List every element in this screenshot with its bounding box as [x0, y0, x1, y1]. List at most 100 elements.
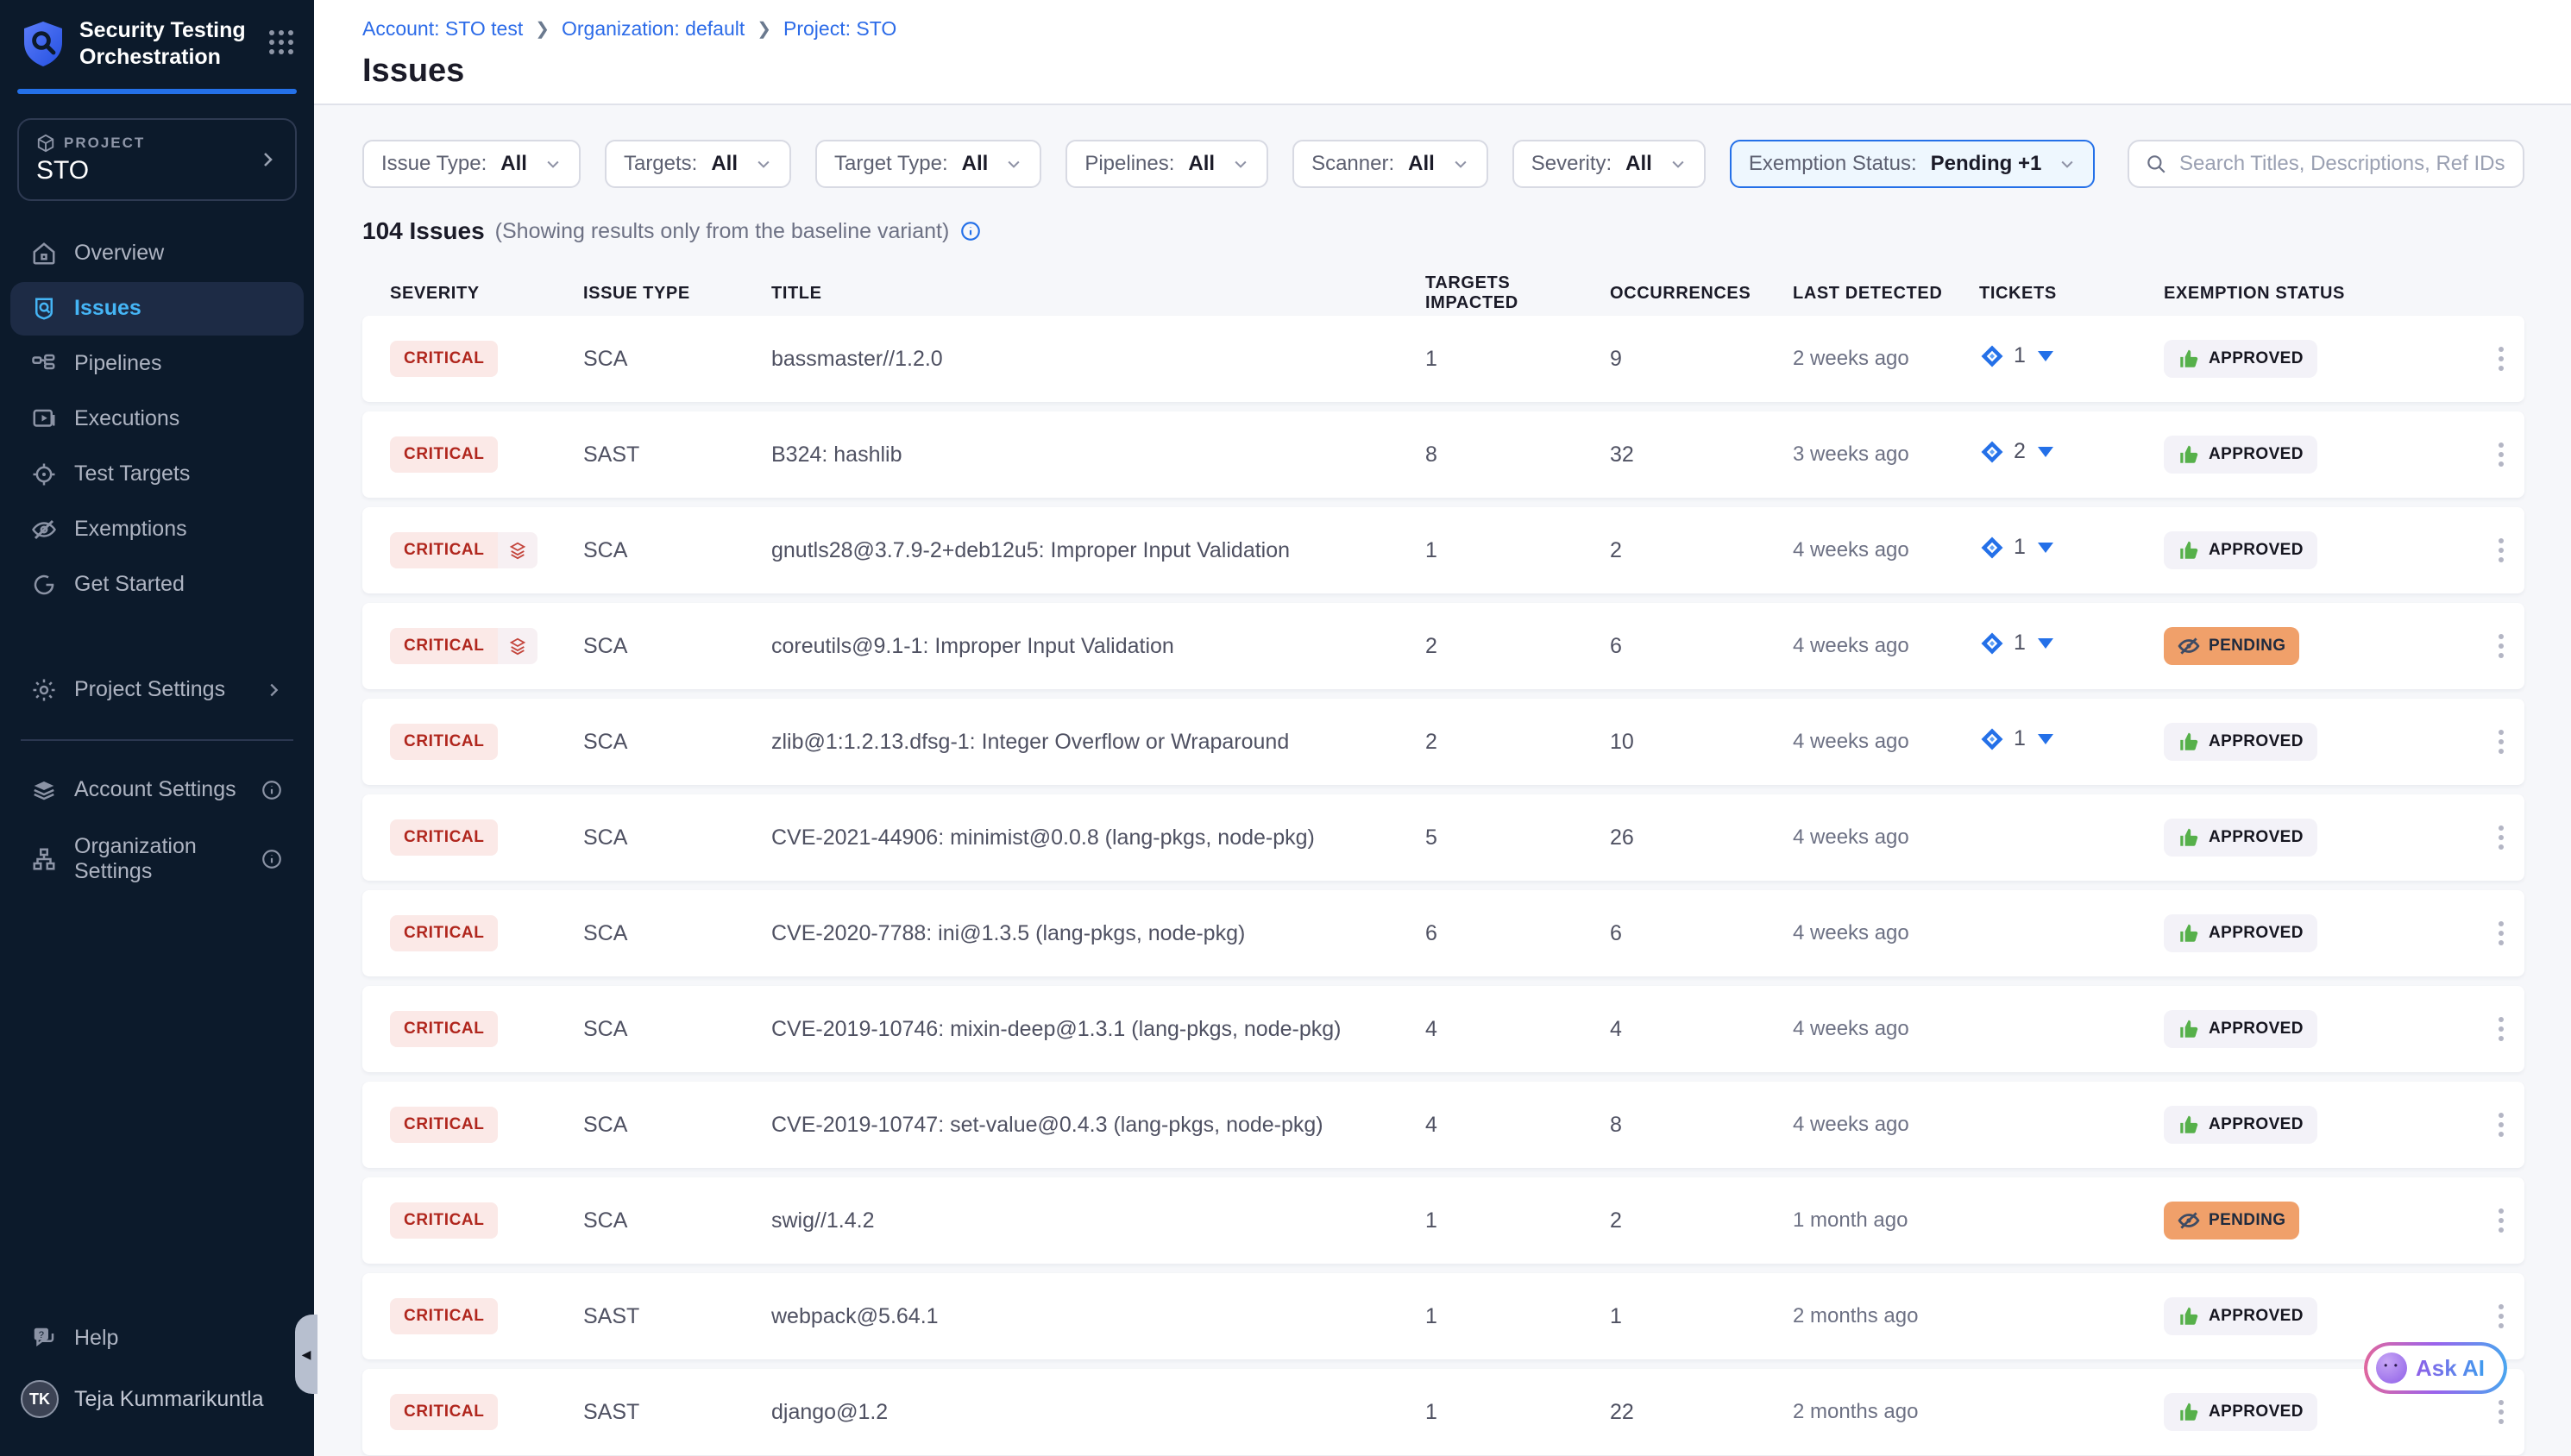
- sidebar-item-pipelines[interactable]: Pipelines: [10, 337, 304, 391]
- ticket-dropdown[interactable]: 1: [1979, 631, 2053, 656]
- filter-dropdown-pipelines[interactable]: Pipelines: All: [1065, 140, 1268, 188]
- jira-ticket-icon: [1979, 343, 2005, 369]
- ticket-count: 1: [2014, 535, 2026, 560]
- table-row[interactable]: CRITICALSCAbassmaster//1.2.0192 weeks ag…: [362, 316, 2524, 402]
- table-row[interactable]: CRITICALSCACVE-2019-10747: set-value@0.4…: [362, 1082, 2524, 1168]
- exemption-status-badge: APPROVED: [2164, 340, 2317, 378]
- ticket-dropdown[interactable]: 1: [1979, 535, 2053, 561]
- filter-dropdown-issue-type[interactable]: Issue Type: All: [362, 140, 581, 188]
- search-input[interactable]: [2179, 152, 2507, 176]
- severity-badge: CRITICAL: [390, 532, 537, 568]
- table-row[interactable]: CRITICALSCAswig//1.4.2121 month agoPENDI…: [362, 1177, 2524, 1264]
- table-row[interactable]: CRITICALSCAzlib@1:1.2.13.dfsg-1: Integer…: [362, 699, 2524, 785]
- ticket-chevron-down-icon: [2038, 638, 2053, 649]
- sidebar-item-label: Account Settings: [74, 777, 236, 802]
- module-grid-icon[interactable]: [269, 30, 297, 58]
- filter-dropdown-exemption-status[interactable]: Exemption Status: Pending +1: [1730, 140, 2095, 188]
- filter-dropdown-severity[interactable]: Severity: All: [1512, 140, 1706, 188]
- table-row[interactable]: CRITICALSCAgnutls28@3.7.9-2+deb12u5: Imp…: [362, 507, 2524, 593]
- issue-title-cell: CVE-2021-44906: minimist@0.0.8 (lang-pkg…: [771, 825, 1411, 850]
- exemption-status-label: APPROVED: [2209, 1020, 2304, 1039]
- info-icon[interactable]: [959, 220, 982, 242]
- row-menu-button[interactable]: [2492, 819, 2511, 857]
- row-menu-button[interactable]: [2492, 340, 2511, 378]
- breadcrumb-organization-link[interactable]: Organization: default: [562, 17, 745, 41]
- occurrences-cell: 32: [1596, 442, 1779, 468]
- sidebar-item-help[interactable]: ? Help: [10, 1311, 304, 1365]
- sidebar-item-exemptions[interactable]: Exemptions: [10, 503, 304, 556]
- table-row[interactable]: CRITICALSASTB324: hashlib8323 weeks ago2…: [362, 411, 2524, 498]
- issue-type-cell: SAST: [583, 442, 771, 468]
- row-menu-button[interactable]: [2492, 531, 2511, 569]
- app-window: Security Testing Orchestration PROJECT S…: [0, 0, 2571, 1456]
- breadcrumb-account-link[interactable]: Account: STO test: [362, 17, 523, 41]
- targets-impacted-cell: 6: [1411, 921, 1596, 946]
- row-menu-button[interactable]: [2492, 1393, 2511, 1431]
- occurrences-cell: 9: [1596, 347, 1779, 372]
- thumbs-up-icon: [2178, 443, 2200, 466]
- sidebar-item-organization-settings[interactable]: Organization Settings: [10, 820, 304, 898]
- ticket-dropdown[interactable]: 2: [1979, 439, 2053, 465]
- filter-dropdown-target-type[interactable]: Target Type: All: [815, 140, 1041, 188]
- ticket-dropdown[interactable]: 1: [1979, 726, 2053, 752]
- sidebar-item-test-targets[interactable]: Test Targets: [10, 448, 304, 501]
- sidebar-item-overview[interactable]: Overview: [10, 227, 304, 280]
- breadcrumb-project-link[interactable]: Project: STO: [783, 17, 896, 41]
- search-box: [2128, 140, 2524, 188]
- severity-badge: CRITICAL: [390, 436, 498, 473]
- sidebar-item-get-started[interactable]: Get Started: [10, 558, 304, 612]
- ask-ai-button[interactable]: Ask AI: [2367, 1346, 2504, 1390]
- row-menu-button[interactable]: [2492, 436, 2511, 474]
- row-menu-button[interactable]: [2492, 1297, 2511, 1335]
- sidebar-item-account-settings[interactable]: Account Settings: [10, 763, 304, 817]
- last-detected-cell: 2 months ago: [1779, 1400, 1965, 1424]
- targets-impacted-cell: 2: [1411, 730, 1596, 755]
- filter-dropdown-targets[interactable]: Targets: All: [605, 140, 791, 188]
- sidebar-item-project-settings[interactable]: Project Settings: [10, 663, 304, 717]
- issue-type-cell: SCA: [583, 730, 771, 755]
- svg-text:?: ?: [39, 1330, 44, 1340]
- table-row[interactable]: CRITICALSASTwebpack@5.64.1112 months ago…: [362, 1273, 2524, 1359]
- row-menu-button[interactable]: [2492, 914, 2511, 952]
- ticket-chevron-down-icon: [2038, 734, 2053, 744]
- sidebar-item-executions[interactable]: Executions: [10, 392, 304, 446]
- sidebar-item-label: Project Settings: [74, 677, 225, 702]
- filter-value: All: [1188, 152, 1215, 176]
- issue-title-cell: zlib@1:1.2.13.dfsg-1: Integer Overflow o…: [771, 730, 1411, 755]
- row-menu-button[interactable]: [2492, 627, 2511, 665]
- last-detected-cell: 3 weeks ago: [1779, 442, 1965, 467]
- issue-title-cell: swig//1.4.2: [771, 1208, 1411, 1233]
- table-row[interactable]: CRITICALSCAcoreutils@9.1-1: Improper Inp…: [362, 603, 2524, 689]
- collapse-arrow-icon: ◀: [302, 1347, 311, 1362]
- breadcrumb: Account: STO test ❯ Organization: defaul…: [362, 17, 2571, 41]
- column-header-exemption-status: Exemption Status: [2150, 284, 2457, 304]
- severity-badge: CRITICAL: [390, 1011, 498, 1047]
- ticket-dropdown[interactable]: 1: [1979, 343, 2053, 369]
- table-row[interactable]: CRITICALSCACVE-2019-10746: mixin-deep@1.…: [362, 986, 2524, 1072]
- exemption-status-label: APPROVED: [2209, 1403, 2304, 1421]
- row-menu-button[interactable]: [2492, 1010, 2511, 1048]
- row-menu-button[interactable]: [2492, 723, 2511, 761]
- table-row[interactable]: CRITICALSCACVE-2020-7788: ini@1.3.5 (lan…: [362, 890, 2524, 976]
- ticket-chevron-down-icon: [2038, 447, 2053, 457]
- occurrences-cell: 26: [1596, 825, 1779, 850]
- table-row[interactable]: CRITICALSASTdjango@1.21222 months agoAPP…: [362, 1369, 2524, 1455]
- filter-dropdown-scanner[interactable]: Scanner: All: [1292, 140, 1488, 188]
- row-menu-button[interactable]: [2492, 1106, 2511, 1144]
- sidebar-item-issues[interactable]: Issues: [10, 282, 304, 336]
- chevron-down-icon: [2059, 155, 2076, 173]
- filter-label: Target Type:: [834, 152, 948, 176]
- exemption-status-badge: APPROVED: [2164, 1297, 2317, 1335]
- sidebar-item-label: Issues: [74, 296, 141, 321]
- issue-type-cell: SCA: [583, 1208, 771, 1233]
- project-selector[interactable]: PROJECT STO: [17, 118, 297, 201]
- avatar: TK: [21, 1380, 59, 1418]
- exemption-status-label: APPROVED: [2209, 541, 2304, 560]
- row-menu-button[interactable]: [2492, 1202, 2511, 1239]
- exemption-status-badge: PENDING: [2164, 627, 2299, 665]
- eye-slash-icon: [31, 517, 57, 543]
- filter-label: Targets:: [624, 152, 697, 176]
- table-row[interactable]: CRITICALSCACVE-2021-44906: minimist@0.0.…: [362, 794, 2524, 881]
- user-menu[interactable]: TK Teja Kummarikuntla: [0, 1366, 314, 1432]
- exemption-status-label: APPROVED: [2209, 1115, 2304, 1134]
